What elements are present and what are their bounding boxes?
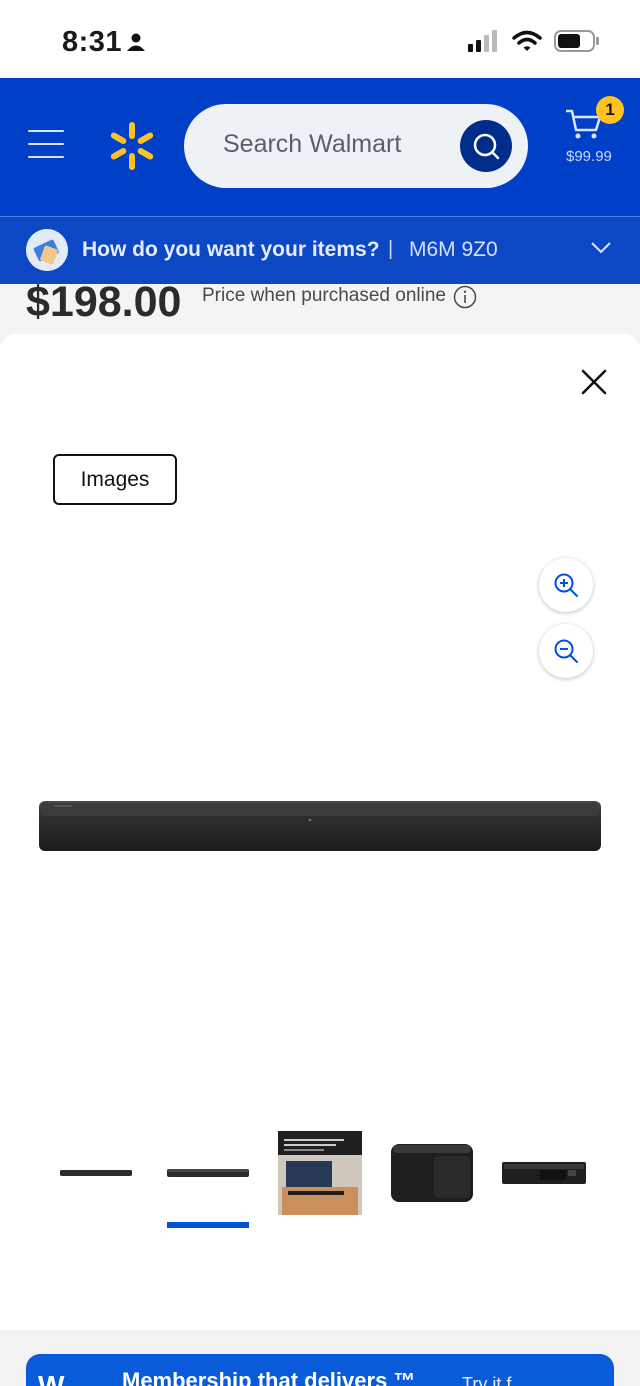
zoom-out-icon [554, 639, 578, 663]
delivery-selector[interactable]: How do you want your items? | M6M 9Z0 [0, 216, 640, 284]
wifi-icon [512, 30, 542, 51]
thumbnail-soundbar-angle[interactable] [166, 1130, 250, 1216]
search-input[interactable]: Search Walmart [184, 104, 528, 188]
person-icon [127, 33, 145, 51]
membership-banner[interactable]: W Membership that delivers ™ Try it f [26, 1354, 614, 1386]
walmart-plus-logo: W [38, 1370, 65, 1386]
site-header: Search Walmart 1 $99.99 [0, 78, 640, 216]
image-gallery-modal: Images [0, 334, 640, 1330]
selected-thumbnail-indicator [167, 1222, 249, 1228]
zoom-in-icon [554, 573, 578, 597]
cart-count-badge: 1 [596, 96, 624, 124]
product-price: $198.00 [26, 284, 182, 326]
walmart-spark-logo[interactable] [108, 120, 156, 172]
price-note: Price when purchased online [202, 285, 446, 306]
menu-icon[interactable] [28, 130, 64, 158]
postal-code: M6M 9Z0 [409, 238, 498, 261]
battery-icon [554, 30, 599, 52]
thumbnail-soundbar-rear-ports[interactable] [502, 1130, 586, 1216]
thumbnail-strip [0, 1130, 640, 1240]
search-button[interactable] [460, 120, 512, 172]
info-icon[interactable] [453, 285, 477, 309]
search-placeholder: Search Walmart [223, 130, 402, 158]
thumbnail-subwoofer[interactable] [390, 1130, 474, 1216]
thumbnail-soundbar-front[interactable] [54, 1130, 138, 1216]
thumbnail-soundbar-lifestyle[interactable] [278, 1130, 362, 1216]
zoom-in-button[interactable] [539, 558, 593, 612]
delivery-question: How do you want your items? [82, 238, 380, 261]
delivery-separator: | [388, 238, 394, 260]
chevron-down-icon[interactable] [590, 241, 612, 255]
zoom-out-button[interactable] [539, 624, 593, 678]
status-indicators [468, 30, 600, 52]
status-bar: 8:31 [0, 0, 640, 78]
status-time: 8:31 [62, 26, 123, 58]
delivery-icon [26, 229, 68, 271]
product-main-image[interactable] [38, 798, 602, 854]
membership-text: Membership that delivers ™ [122, 1368, 416, 1386]
membership-try-link[interactable]: Try it f [462, 1374, 511, 1386]
close-icon[interactable] [578, 366, 610, 398]
cart-total: $99.99 [566, 148, 612, 165]
signal-icon [468, 30, 497, 52]
tab-images[interactable]: Images [53, 454, 177, 505]
search-icon [473, 133, 500, 160]
